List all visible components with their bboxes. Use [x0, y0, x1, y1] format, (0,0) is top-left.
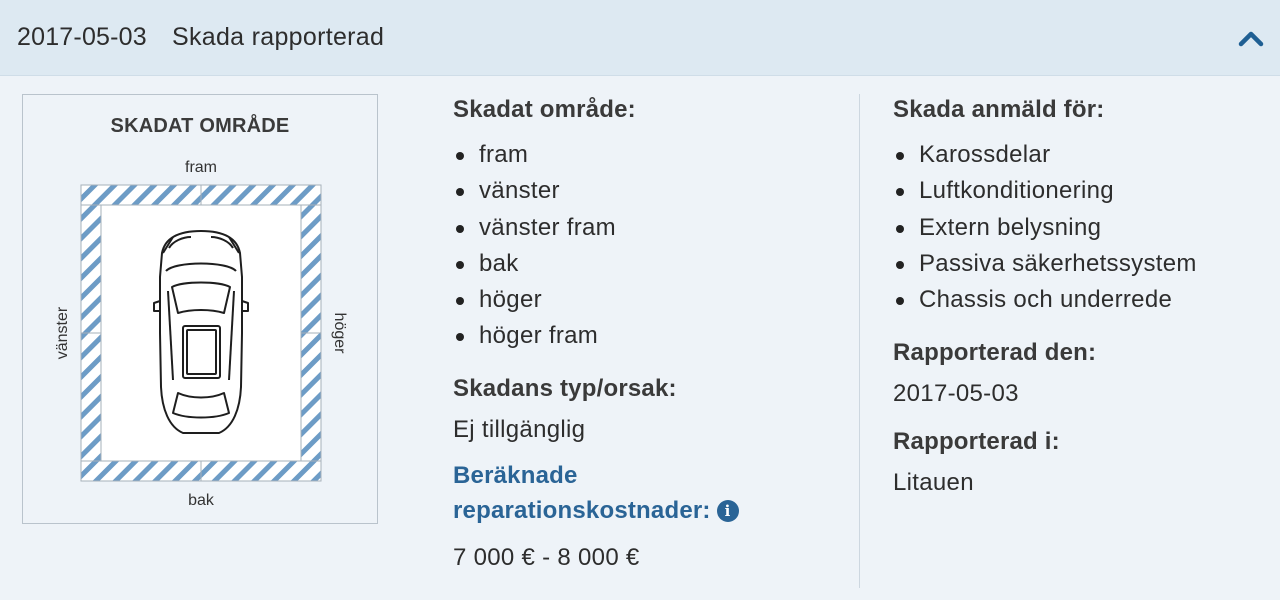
list-item: Luftkonditionering	[893, 173, 1273, 209]
zone-right-rear	[300, 332, 322, 462]
zone-rear-right	[200, 460, 322, 482]
list-item: höger fram	[453, 318, 833, 354]
damage-type-value: Ej tillgänglig	[453, 416, 586, 443]
damage-record-header[interactable]: 2017-05-03 Skada rapporterad	[0, 0, 1280, 76]
reported-for-heading: Skada anmäld för:	[893, 96, 1105, 123]
reported-for-list: Karossdelar Luftkonditionering Extern be…	[893, 137, 1273, 318]
reported-date-value: 2017-05-03	[893, 380, 1019, 407]
list-item: vänster fram	[453, 210, 833, 246]
repair-cost-value: 7 000 € - 8 000 €	[453, 544, 640, 571]
list-item: Chassis och underrede	[893, 282, 1273, 318]
reported-in-value: Litauen	[893, 469, 974, 496]
list-item: bak	[453, 246, 833, 282]
list-item: Extern belysning	[893, 210, 1273, 246]
car-diagram: fram bak vänster höger	[54, 159, 348, 509]
zone-front-right	[200, 184, 322, 206]
list-item: Karossdelar	[893, 137, 1273, 173]
record-date: 2017-05-03	[17, 23, 147, 51]
reported-in-heading: Rapporterad i:	[893, 428, 1060, 455]
label-back: bak	[188, 492, 215, 509]
zone-left-front	[80, 204, 102, 334]
damaged-area-list: fram vänster vänster fram bak höger höge…	[453, 137, 833, 355]
damage-area-diagram: SKADAT OMRÅDE fram bak vänster höger	[22, 94, 378, 524]
zone-right-front	[300, 204, 322, 334]
list-item: Passiva säkerhetssystem	[893, 246, 1273, 282]
zone-rear-left	[80, 460, 202, 482]
damage-type-heading: Skadans typ/orsak:	[453, 375, 677, 402]
info-icon[interactable]: i	[716, 500, 739, 522]
list-item: höger	[453, 282, 833, 318]
label-right: höger	[331, 313, 348, 355]
zone-left-rear	[80, 332, 102, 462]
chevron-up-icon[interactable]	[1238, 28, 1264, 48]
reported-date-heading: Rapporterad den:	[893, 339, 1097, 366]
record-title: Skada rapporterad	[172, 23, 385, 51]
zone-front-left	[80, 184, 202, 206]
list-item: fram	[453, 137, 833, 173]
label-front: fram	[185, 159, 217, 176]
column-divider	[859, 94, 860, 588]
damaged-area-heading: Skadat område:	[453, 96, 636, 123]
repair-cost-heading: Beräknade reparationskostnader: i	[453, 458, 739, 528]
repair-cost-heading-line2: reparationskostnader:	[453, 497, 711, 524]
repair-cost-heading-line1: Beräknade	[453, 462, 578, 489]
list-item: vänster	[453, 173, 833, 209]
label-left: vänster	[54, 306, 71, 359]
